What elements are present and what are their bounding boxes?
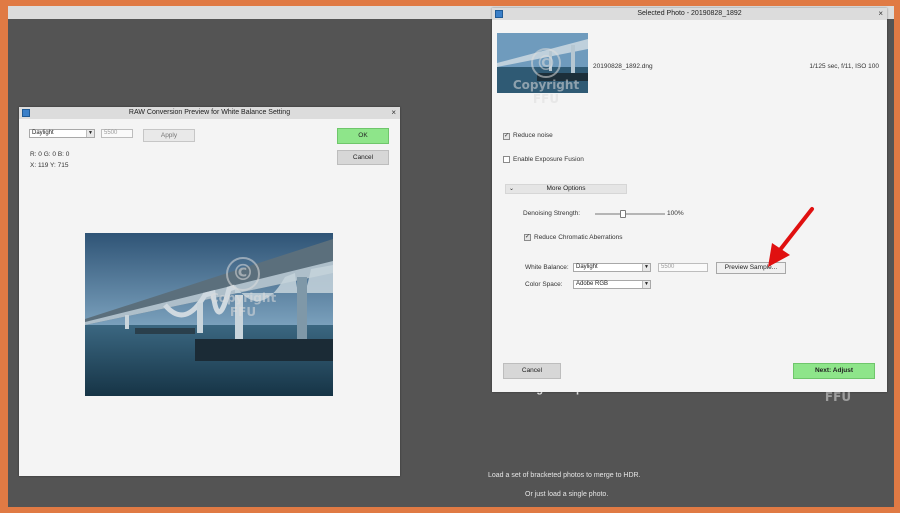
copyright-icon: ©	[226, 257, 260, 291]
chromatic-aberration-checkbox[interactable]: ✓	[524, 234, 531, 241]
app-icon	[22, 109, 30, 117]
next-adjust-button[interactable]: Next: Adjust	[793, 363, 875, 379]
load-hint-line1: Load a set of bracketed photos to merge …	[488, 472, 641, 479]
exposure-fusion-checkbox[interactable]	[503, 156, 510, 163]
chevron-down-icon: ▼	[86, 130, 94, 137]
more-options-toggle[interactable]: ⌄ More Options	[505, 184, 627, 194]
copyright-icon: ©	[531, 48, 561, 78]
slider-thumb[interactable]	[620, 210, 626, 218]
exif-info: 1/125 sec, f/11, ISO 100	[809, 63, 879, 70]
thumbnail-watermark: © Copyright FFU	[506, 48, 586, 106]
denoising-slider[interactable]	[595, 210, 665, 218]
cancel-button[interactable]: Cancel	[337, 150, 389, 165]
denoising-value: 100%	[667, 210, 684, 217]
white-balance-value: Daylight	[576, 264, 598, 270]
raw-conversion-dialog: RAW Conversion Preview for White Balance…	[19, 107, 400, 476]
denoising-label: Denoising Strength:	[523, 210, 581, 217]
watermark-line1: Copyright	[512, 78, 580, 92]
app-icon	[495, 10, 503, 18]
color-space-select[interactable]: Adobe RGB ▼	[573, 280, 651, 289]
ok-button[interactable]: OK	[337, 128, 389, 144]
raw-dialog-title: RAW Conversion Preview for White Balance…	[128, 109, 291, 116]
cancel-button[interactable]: Cancel	[503, 363, 561, 379]
watermark-line1: Copyright	[209, 291, 277, 305]
white-balance-label: White Balance:	[525, 264, 569, 271]
close-icon[interactable]: ×	[878, 8, 883, 20]
file-name: 20190828_1892.dng	[593, 63, 653, 70]
load-hint-line2: Or just load a single photo.	[525, 491, 609, 498]
xy-readout: X: 119 Y: 715	[30, 162, 69, 169]
color-space-label: Color Space:	[525, 281, 563, 288]
watermark-line2: FFU	[824, 390, 852, 404]
rgb-readout: R: 0 G: 0 B: 0	[30, 151, 70, 158]
white-balance-select[interactable]: Daylight ▼	[573, 263, 651, 272]
annotation-arrow-icon	[768, 207, 814, 267]
temperature-input[interactable]: 5500	[101, 129, 133, 138]
wb-preset-select[interactable]: Daylight ▼	[29, 129, 95, 138]
wb-temperature-input[interactable]: 5500	[658, 263, 708, 272]
wb-preset-value: Daylight	[32, 130, 54, 136]
exposure-fusion-label: Enable Exposure Fusion	[513, 156, 584, 163]
preview-watermark: © Copyright FFU	[193, 257, 293, 319]
watermark-line2: FFU	[229, 305, 257, 319]
app-background: Drag & Drop here Load a set of bracketed…	[8, 6, 894, 507]
reduce-noise-checkbox[interactable]: ✓	[503, 133, 510, 140]
color-space-value: Adobe RGB	[576, 281, 609, 287]
more-options-label: More Options	[546, 185, 586, 192]
chevron-down-icon: ⌄	[509, 186, 515, 192]
photo-dialog-titlebar: Selected Photo - 20190828_1892 ×	[492, 8, 887, 20]
selected-photo-dialog: Selected Photo - 20190828_1892 × © Copyr…	[492, 8, 887, 392]
raw-dialog-titlebar: RAW Conversion Preview for White Balance…	[19, 107, 400, 119]
apply-button[interactable]: Apply	[143, 129, 195, 142]
chevron-down-icon: ▼	[642, 264, 650, 271]
chromatic-aberration-label: Reduce Chromatic Aberrations	[534, 234, 623, 241]
reduce-noise-label: Reduce noise	[513, 132, 553, 139]
close-icon[interactable]: ×	[391, 107, 396, 119]
photo-dialog-title: Selected Photo - 20190828_1892	[637, 10, 742, 17]
watermark-line2: FFU	[532, 92, 560, 106]
chevron-down-icon: ▼	[642, 281, 650, 288]
